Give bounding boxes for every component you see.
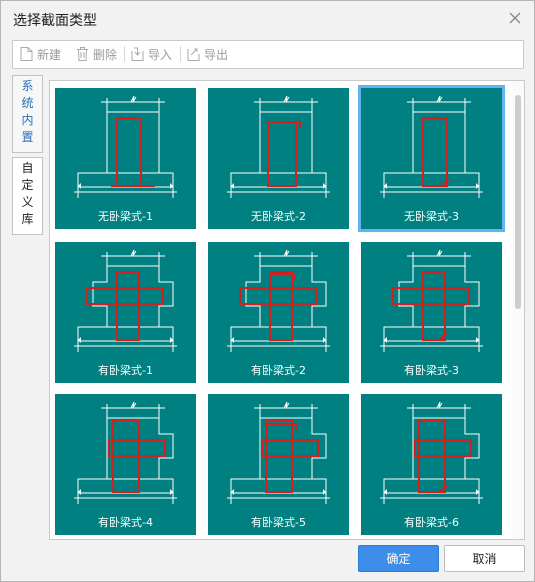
card-label: 无卧梁式-2	[251, 210, 306, 223]
select-section-type-dialog: 选择截面类型 新建 删除 导入 导出 系 统 内 置 自 定 义 库 无卧梁式-…	[0, 0, 535, 582]
export-label: 导出	[204, 47, 229, 62]
tab-char: 库	[21, 212, 34, 226]
export-button[interactable]: 导出	[186, 45, 228, 63]
close-icon[interactable]	[506, 9, 524, 27]
delete-label: 删除	[93, 47, 118, 62]
card-label: 有卧梁式-6	[404, 516, 459, 529]
toolbar-separator	[124, 46, 125, 62]
vertical-scrollbar[interactable]	[512, 81, 524, 539]
tab-char: 定	[21, 178, 34, 192]
section-type-grid: 无卧梁式-1 无卧梁式-2 无卧梁式-3 有卧梁式-1 有卧梁式-2 有卧梁式-3 有卧梁式…	[49, 80, 525, 540]
section-card[interactable]: 有卧梁式-3	[361, 242, 502, 383]
new-file-icon	[20, 47, 33, 61]
tab-char: 置	[21, 130, 34, 144]
section-card[interactable]: 无卧梁式-2	[208, 88, 349, 229]
section-card[interactable]: 有卧梁式-2	[208, 242, 349, 383]
section-card[interactable]: 有卧梁式-6	[361, 394, 502, 535]
title-bar: 选择截面类型	[1, 1, 534, 37]
card-label: 有卧梁式-1	[98, 364, 153, 377]
tab-char: 自	[21, 161, 34, 175]
card-label: 有卧梁式-2	[251, 364, 306, 377]
cancel-button[interactable]: 取消	[444, 545, 525, 572]
section-card[interactable]: 有卧梁式-5	[208, 394, 349, 535]
card-label: 有卧梁式-3	[404, 364, 459, 377]
toolbar-separator	[180, 46, 181, 62]
card-label: 无卧梁式-1	[98, 210, 153, 223]
section-card[interactable]: 无卧梁式-1	[55, 88, 196, 229]
card-label: 无卧梁式-3	[404, 210, 459, 223]
import-button[interactable]: 导入	[130, 45, 172, 63]
section-card[interactable]: 无卧梁式-3	[358, 85, 505, 232]
tab-char: 义	[21, 195, 34, 209]
card-label: 有卧梁式-5	[251, 516, 306, 529]
tab-char: 内	[21, 113, 34, 127]
tab-char: 统	[21, 96, 34, 110]
tab-char: 系	[21, 79, 34, 93]
new-label: 新建	[37, 47, 62, 62]
ok-button[interactable]: 确定	[358, 545, 439, 572]
tab-custom-library[interactable]: 自 定 义 库	[12, 157, 43, 235]
delete-button[interactable]: 删除	[75, 45, 117, 63]
card-label: 有卧梁式-4	[98, 516, 153, 529]
export-icon	[187, 48, 200, 61]
trash-icon	[77, 47, 88, 61]
import-icon	[131, 47, 144, 61]
dialog-title: 选择截面类型	[13, 13, 97, 29]
toolbar: 新建 删除 导入 导出	[12, 40, 524, 69]
new-button[interactable]: 新建	[19, 45, 61, 63]
section-card[interactable]: 有卧梁式-4	[55, 394, 196, 535]
section-card[interactable]: 有卧梁式-1	[55, 242, 196, 383]
tab-system-builtin[interactable]: 系 统 内 置	[12, 75, 43, 153]
import-label: 导入	[148, 47, 173, 62]
scrollbar-thumb[interactable]	[515, 95, 521, 309]
